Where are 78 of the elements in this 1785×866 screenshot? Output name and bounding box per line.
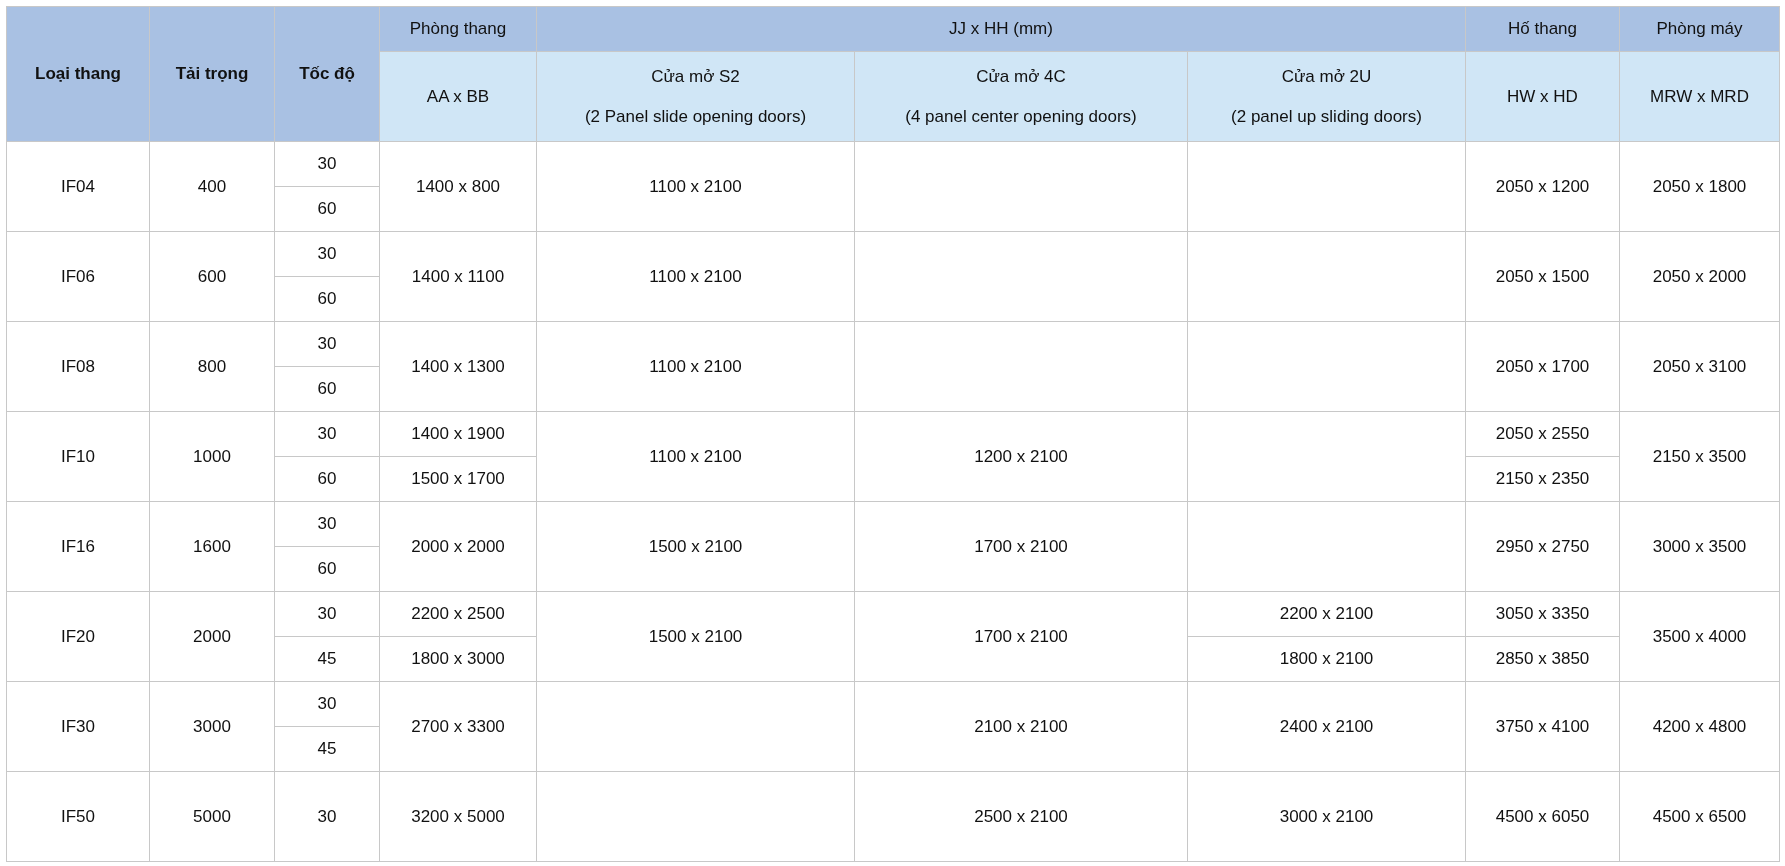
table-cell: 30 <box>274 771 380 862</box>
table-cell: 3000 x 3500 <box>1619 501 1780 592</box>
table-cell: 30 <box>274 591 380 637</box>
table-cell: IF20 <box>6 591 150 682</box>
table-cell: 2050 x 3100 <box>1619 321 1780 412</box>
table-cell: 2050 x 2000 <box>1619 231 1780 322</box>
table-cell: 1100 x 2100 <box>536 231 855 322</box>
table-cell: 4500 x 6050 <box>1465 771 1620 862</box>
table-cell: 2000 <box>149 591 275 682</box>
header-cell: JJ x HH (mm) <box>536 6 1466 52</box>
table-cell: 1200 x 2100 <box>854 411 1188 502</box>
header-cell: Tốc độ <box>274 6 380 142</box>
table-cell: 800 <box>149 321 275 412</box>
table-cell: 1000 <box>149 411 275 502</box>
table-cell: 1400 x 800 <box>379 141 537 232</box>
table-cell: 1400 x 1100 <box>379 231 537 322</box>
table-cell: 2050 x 1800 <box>1619 141 1780 232</box>
table-cell: 30 <box>274 141 380 187</box>
table-cell: IF30 <box>6 681 150 772</box>
table-cell: 1700 x 2100 <box>854 501 1188 592</box>
table-cell: 3500 x 4000 <box>1619 591 1780 682</box>
table-cell: 3000 x 2100 <box>1187 771 1466 862</box>
table-cell: 1600 <box>149 501 275 592</box>
table-cell: 2500 x 2100 <box>854 771 1188 862</box>
table-cell: 30 <box>274 231 380 277</box>
table-cell: 2950 x 2750 <box>1465 501 1620 592</box>
table-cell: 1100 x 2100 <box>536 411 855 502</box>
table-cell: 2200 x 2500 <box>379 591 537 637</box>
header-cell: MRW x MRD <box>1619 51 1780 142</box>
table-cell: IF06 <box>6 231 150 322</box>
header-cell: Cửa mở S2 (2 Panel slide opening doors) <box>536 51 855 142</box>
table-cell: IF16 <box>6 501 150 592</box>
table-cell: 2400 x 2100 <box>1187 681 1466 772</box>
table-cell: 1400 x 1900 <box>379 411 537 457</box>
table-cell: 3200 x 5000 <box>379 771 537 862</box>
table-cell: 2050 x 1700 <box>1465 321 1620 412</box>
table-cell: 1700 x 2100 <box>854 591 1188 682</box>
table-cell: 4500 x 6500 <box>1619 771 1780 862</box>
table-cell: 2150 x 3500 <box>1619 411 1780 502</box>
header-cell: Loại thang <box>6 6 150 142</box>
table-cell: 1500 x 2100 <box>536 501 855 592</box>
table-cell: IF50 <box>6 771 150 862</box>
header-cell: Cửa mở 2U (2 panel up sliding doors) <box>1187 51 1466 142</box>
header-cell: Phòng thang <box>379 6 537 52</box>
table-cell: 30 <box>274 681 380 727</box>
header-cell: Hố thang <box>1465 6 1620 52</box>
table-cell: 1800 x 2100 <box>1187 636 1466 682</box>
table-cell: 45 <box>274 636 380 682</box>
table-cell: 30 <box>274 411 380 457</box>
header-cell: AA x BB <box>379 51 537 142</box>
table-cell: 2050 x 1500 <box>1465 231 1620 322</box>
table-cell: 3050 x 3350 <box>1465 591 1620 637</box>
table-cell: 1400 x 1300 <box>379 321 537 412</box>
table-cell: 2000 x 2000 <box>379 501 537 592</box>
table-cell: IF10 <box>6 411 150 502</box>
table-cell: 1500 x 2100 <box>536 591 855 682</box>
table-cell: 2700 x 3300 <box>379 681 537 772</box>
table-cell: 3000 <box>149 681 275 772</box>
table-cell: IF04 <box>6 141 150 232</box>
header-cell: HW x HD <box>1465 51 1620 142</box>
table-cell: 3750 x 4100 <box>1465 681 1620 772</box>
table-cell: 30 <box>274 321 380 367</box>
table-cell: 30 <box>274 501 380 547</box>
table-cell: 1100 x 2100 <box>536 141 855 232</box>
table-cell: 60 <box>274 456 380 502</box>
table-cell: 2200 x 2100 <box>1187 591 1466 637</box>
table-cell: 400 <box>149 141 275 232</box>
table-cell: 2050 x 2550 <box>1465 411 1620 457</box>
table-cell: 5000 <box>149 771 275 862</box>
header-cell: Phòng máy <box>1619 6 1780 52</box>
table-cell: 2100 x 2100 <box>854 681 1188 772</box>
table-cell: 4200 x 4800 <box>1619 681 1780 772</box>
table-cell: 2050 x 1200 <box>1465 141 1620 232</box>
table-cell: 1100 x 2100 <box>536 321 855 412</box>
header-cell: Tải trọng <box>149 6 275 142</box>
header-cell: Cửa mở 4C (4 panel center opening doors) <box>854 51 1188 142</box>
table-cell: 600 <box>149 231 275 322</box>
table-cell: IF08 <box>6 321 150 412</box>
